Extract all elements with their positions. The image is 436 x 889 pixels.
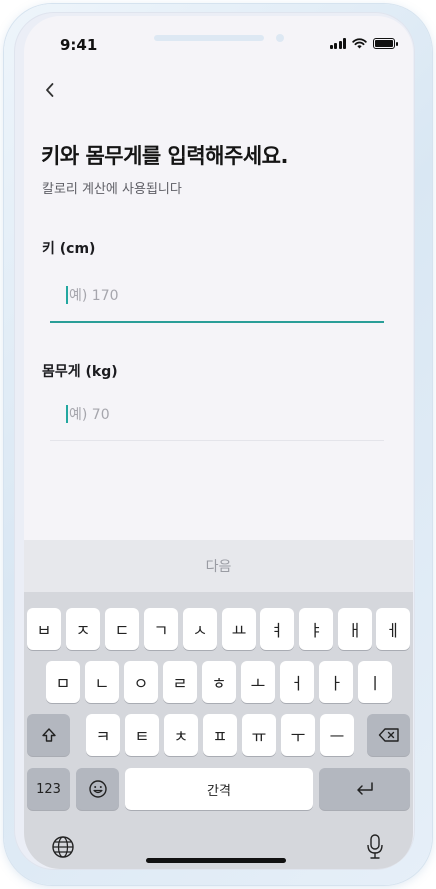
page-title: 키와 몸무게를 입력해주세요. [41,144,288,168]
dynamic-island [154,35,264,41]
key[interactable]: ㅔ [376,608,410,650]
key[interactable]: ㅎ [202,661,236,703]
key[interactable]: ㄴ [85,661,119,703]
key[interactable]: ㅐ [338,608,372,650]
key[interactable]: ㅍ [203,714,237,756]
height-placeholder: 예) 170 [69,288,119,304]
status-time: 9:41 [60,36,98,54]
space-key-label: 간격 [207,783,231,799]
text-caret [66,405,68,423]
microphone-icon[interactable] [365,833,385,861]
status-bar: 9:41 [24,16,413,66]
key[interactable]: ㅋ [86,714,120,756]
numbers-key-label: 123 [36,781,61,797]
key[interactable]: ㅏ [319,661,353,703]
shift-icon [41,728,56,742]
numbers-key[interactable]: 123 [27,768,70,810]
shift-key[interactable] [27,714,70,756]
key[interactable]: ㅂ [27,608,61,650]
key[interactable]: ㅛ [222,608,256,650]
key[interactable]: ㅌ [125,714,159,756]
key[interactable]: ㅠ [242,714,276,756]
text-caret [66,286,68,304]
key[interactable]: ㅣ [358,661,392,703]
key[interactable]: ㅇ [124,661,158,703]
battery-icon [373,38,398,49]
emoji-key[interactable] [76,768,119,810]
page-subtitle: 칼로리 계산에 사용됩니다 [42,182,182,197]
weight-placeholder: 예) 70 [69,407,110,423]
key[interactable]: ㄷ [105,608,139,650]
key[interactable]: ㄹ [163,661,197,703]
weight-input-underline [50,440,384,441]
space-key[interactable]: 간격 [125,768,313,810]
delete-key[interactable] [367,714,410,756]
key[interactable]: ㅑ [299,608,333,650]
cellular-signal-icon [329,38,346,49]
key[interactable]: ㅈ [66,608,100,650]
wifi-icon [352,38,367,49]
weight-label: 몸무게 (kg) [42,364,118,380]
key[interactable]: ㅡ [320,714,354,756]
home-indicator [146,858,286,863]
key[interactable]: ㅁ [46,661,80,703]
return-key[interactable] [319,768,410,810]
status-icons [329,38,398,49]
weight-input[interactable]: 예) 70 [50,394,384,434]
next-button[interactable]: 다음 [206,556,232,576]
globe-icon[interactable] [51,835,75,859]
key[interactable]: ㅗ [241,661,275,703]
key[interactable]: ㅜ [281,714,315,756]
height-input[interactable]: 예) 170 [50,275,384,315]
height-input-underline [50,321,384,323]
emoji-icon [88,780,107,798]
app-screen: 9:41 키와 몸무게를 입력해주세요. 칼로리 계산에 사용됩니다 키 (cm… [24,16,413,869]
key[interactable]: ㄱ [144,608,178,650]
height-label: 키 (cm) [42,241,96,257]
camera-dot [276,34,284,42]
keyboard-toolbar: 다음 [24,540,413,592]
backspace-icon [378,728,399,742]
return-icon [356,782,373,795]
key[interactable]: ㅓ [280,661,314,703]
key[interactable]: ㅊ [164,714,198,756]
back-button[interactable] [36,76,64,104]
key[interactable]: ㅕ [260,608,294,650]
korean-keyboard: 다음 ㅂ ㅈ ㄷ ㄱ ㅅ ㅛ ㅕ ㅑ ㅐ ㅔ ㅁ ㄴ ㅇ ㄹ ㅎ ㅗ ㅓ ㅏ ㅣ… [24,540,413,869]
chevron-left-icon [46,83,54,97]
key[interactable]: ㅅ [183,608,217,650]
